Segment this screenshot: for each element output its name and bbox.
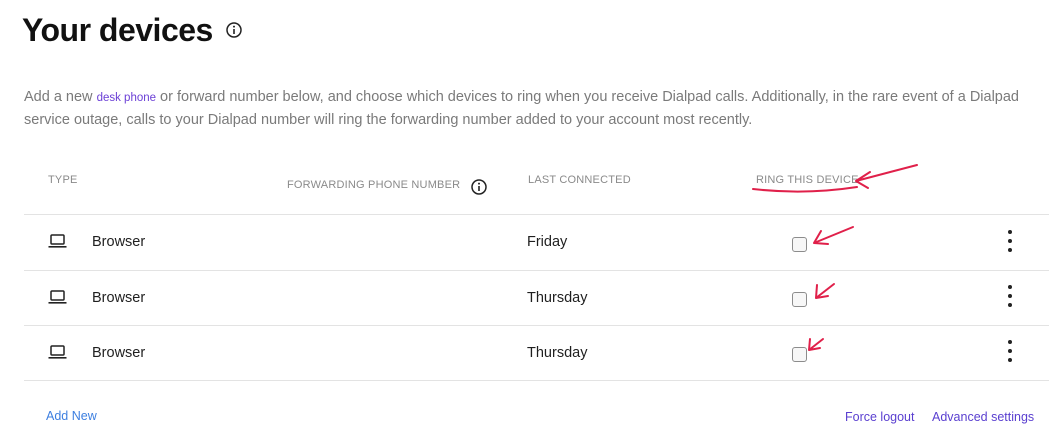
last-connected: Thursday: [527, 345, 588, 361]
ring-device-checkbox[interactable]: [792, 237, 807, 252]
laptop-icon: [48, 344, 67, 360]
add-new-link[interactable]: Add New: [46, 409, 97, 423]
description-text-start: Add a new: [24, 89, 97, 105]
table-row: Browser Thursday: [24, 271, 1049, 326]
column-header-type: TYPE: [48, 174, 78, 186]
ring-device-checkbox[interactable]: [792, 292, 807, 307]
more-options-icon[interactable]: [1000, 285, 1020, 307]
more-options-icon[interactable]: [1000, 340, 1020, 362]
last-connected: Thursday: [527, 290, 588, 306]
desk-phone-link[interactable]: desk phone: [97, 92, 156, 104]
device-type: Browser: [92, 234, 146, 250]
last-connected: Friday: [527, 234, 568, 250]
info-icon[interactable]: [225, 21, 243, 39]
column-header-forwarding-label: FORWARDING PHONE NUMBER: [287, 179, 461, 191]
column-header-last-connected: LAST CONNECTED: [528, 174, 631, 186]
laptop-icon: [48, 289, 67, 305]
ring-device-checkbox[interactable]: [792, 347, 807, 362]
column-header-forwarding: FORWARDING PHONE NUMBER: [287, 174, 488, 196]
page-header: Your devices: [22, 8, 243, 52]
info-icon[interactable]: [470, 178, 488, 196]
description-text-end: or forward number below, and choose whic…: [24, 89, 1019, 128]
table-row: Browser Friday: [24, 215, 1049, 270]
column-header-ring: RING THIS DEVICE: [756, 174, 859, 186]
table-row: Browser Thursday: [24, 326, 1049, 381]
table-header: TYPE FORWARDING PHONE NUMBER LAST CONNEC…: [24, 168, 1049, 208]
page-title: Your devices: [22, 12, 213, 48]
device-type: Browser: [92, 290, 146, 306]
force-logout-link[interactable]: Force logout: [845, 410, 914, 424]
advanced-settings-link[interactable]: Advanced settings: [932, 410, 1034, 424]
more-options-icon[interactable]: [1000, 230, 1020, 252]
page-description: Add a new desk phone or forward number b…: [24, 86, 1024, 131]
laptop-icon: [48, 233, 67, 249]
device-type: Browser: [92, 345, 146, 361]
table-divider: [24, 380, 1049, 381]
